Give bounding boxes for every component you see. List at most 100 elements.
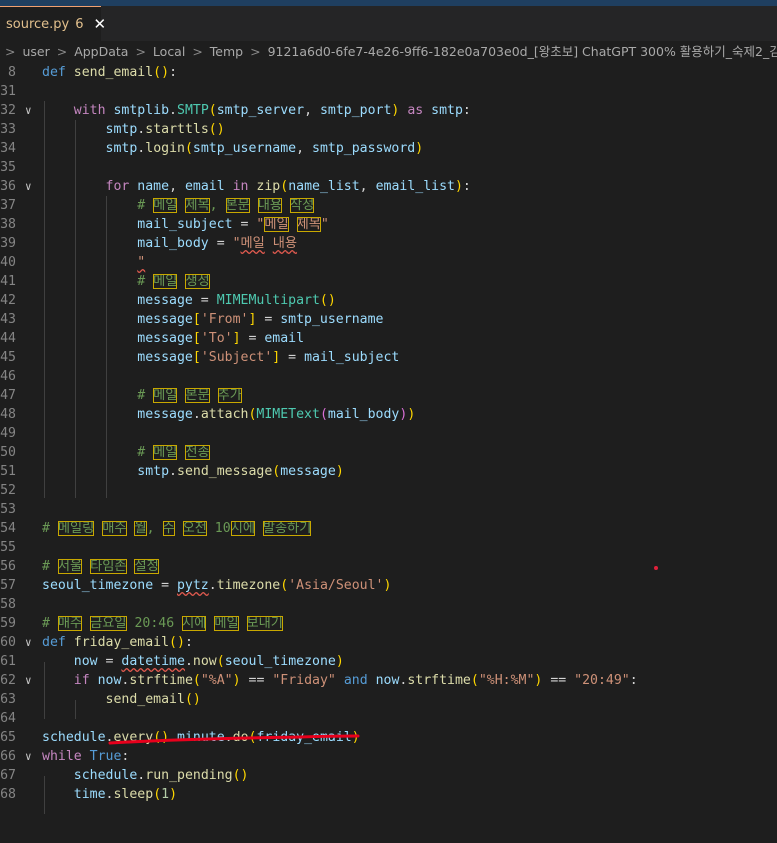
code-token: "	[320, 217, 329, 232]
code-line[interactable]: 36 ∨ for name, email in zip(name_list, em…	[0, 177, 777, 196]
code-token: (	[216, 654, 225, 669]
code-line[interactable]: 45 message['Subject'] = mail_subject	[0, 348, 777, 367]
code-line[interactable]: 35	[0, 158, 777, 177]
code-line[interactable]: 42 message = MIMEMultipart()	[0, 291, 777, 310]
code-line[interactable]: 63 send_email()	[0, 690, 777, 709]
code-line[interactable]: 64	[0, 709, 777, 728]
code-text: message = MIMEMultipart()	[42, 291, 336, 310]
code-token: [	[192, 331, 201, 346]
code-token: 전송	[185, 445, 210, 460]
line-number: 56	[0, 559, 16, 574]
code-line[interactable]: 43 message['From'] = smtp_username	[0, 310, 777, 329]
code-token: ,	[169, 179, 185, 194]
code-line[interactable]: 54 # 메일링 매주 월, 수 오전 10시에 발송하기	[0, 519, 777, 538]
code-line[interactable]: 68 time.sleep(1)	[0, 785, 777, 804]
code-line[interactable]: 37 # 메일 제목, 본문 내용 작성	[0, 196, 777, 215]
code-text: smtp.send_message(message)	[42, 462, 343, 481]
code-text: smtp.starttls()	[42, 120, 225, 139]
chevron-right-icon: >	[5, 44, 16, 59]
code-line[interactable]: 8 def send_email():	[0, 63, 777, 82]
line-number: 41	[0, 274, 16, 289]
code-token: schedule	[73, 768, 138, 783]
code-editor[interactable]: 8 def send_email(): 31 32 ∨ with smtplib.SMT…	[0, 63, 777, 843]
code-line[interactable]: 32 ∨ with smtplib.SMTP(smtp_server, smtp_…	[0, 101, 777, 120]
code-token: message	[137, 407, 193, 422]
code-line[interactable]: 31	[0, 82, 777, 101]
code-token: 본문	[225, 198, 250, 213]
tab-source-py[interactable]: source.py 6 ✕	[0, 6, 106, 41]
code-line[interactable]: 47 # 메일 본문 추가	[0, 386, 777, 405]
breadcrumb-item[interactable]: AppData	[74, 44, 128, 59]
code-token: 추가	[217, 388, 242, 403]
code-token: ()	[232, 768, 249, 783]
line-number: 44	[0, 331, 16, 346]
code-line[interactable]: 52	[0, 481, 777, 500]
code-line[interactable]: 56 # 서울 타임존 설정	[0, 557, 777, 576]
code-token: 'To'	[200, 331, 233, 346]
code-line[interactable]: 67 schedule.run_pending()	[0, 766, 777, 785]
line-number: 57	[0, 578, 16, 593]
code-token: as	[399, 103, 432, 118]
fold-chevron-icon[interactable]: ∨	[25, 747, 32, 766]
fold-chevron-icon[interactable]: ∨	[25, 633, 32, 652]
code-line[interactable]: 44 message['To'] = email	[0, 329, 777, 348]
code-token: smtp	[137, 464, 170, 479]
code-token: now	[192, 654, 217, 669]
code-token: friday_email	[73, 635, 170, 650]
code-line[interactable]: 33 smtp.starttls()	[0, 120, 777, 139]
fold-chevron-icon[interactable]: ∨	[25, 177, 32, 196]
code-line[interactable]: 60 ∨ def friday_email():	[0, 633, 777, 652]
code-token: 내용	[257, 198, 283, 213]
code-line[interactable]: 59 # 매주 금요일 20:46 시에 메일 보내기	[0, 614, 777, 633]
code-line[interactable]: 34 smtp.login(smtp_username, smtp_passwo…	[0, 139, 777, 158]
code-token: =	[97, 654, 122, 669]
code-text: mail_body = "메일 내용	[42, 234, 297, 253]
code-token: attach	[200, 407, 249, 422]
code-line[interactable]: 61 now = datetime.now(seoul_timezone)	[0, 652, 777, 671]
tab-strip: source.py 6 ✕	[0, 6, 777, 41]
code-token: (	[280, 179, 289, 194]
code-token: smtp_server	[216, 103, 305, 118]
fold-chevron-icon[interactable]: ∨	[25, 101, 32, 120]
code-token: .	[169, 464, 177, 479]
code-line[interactable]: 55	[0, 538, 777, 557]
line-number: 42	[0, 293, 16, 308]
breadcrumb-item[interactable]: Local	[153, 44, 185, 59]
breadcrumb-item[interactable]: user	[22, 44, 49, 59]
code-token: "%H:%M"	[478, 673, 535, 688]
line-number: 63	[0, 692, 16, 707]
fold-chevron-icon[interactable]: ∨	[25, 671, 32, 690]
breadcrumb-item[interactable]: Temp	[210, 44, 243, 59]
code-line[interactable]: 41 # 메일 생성	[0, 272, 777, 291]
code-line[interactable]: 50 # 메일 전송	[0, 443, 777, 462]
code-token: (	[192, 673, 201, 688]
code-token: and	[335, 673, 376, 688]
code-token: 메일	[240, 236, 265, 251]
code-line[interactable]: 46	[0, 367, 777, 386]
line-number: 37	[0, 198, 16, 213]
code-line[interactable]: 39 mail_body = "메일 내용	[0, 234, 777, 253]
code-line[interactable]: 53	[0, 500, 777, 519]
code-line[interactable]: 40 "	[0, 253, 777, 272]
code-line[interactable]: 62 ∨ if now.strftime("%A") == "Friday" an…	[0, 671, 777, 690]
code-token: =	[256, 312, 281, 327]
code-token: if	[73, 673, 98, 688]
code-token: ()	[153, 65, 170, 80]
close-icon[interactable]: ✕	[94, 15, 107, 33]
line-number: 40	[0, 255, 16, 270]
code-line[interactable]: 51 smtp.send_message(message)	[0, 462, 777, 481]
code-line[interactable]: 57 seoul_timezone = pytz.timezone('Asia/S…	[0, 576, 777, 595]
code-token: ,	[209, 198, 226, 213]
code-line[interactable]: 58	[0, 595, 777, 614]
code-line[interactable]: 38 mail_subject = "메일 제목"	[0, 215, 777, 234]
code-line[interactable]: 48 message.attach(MIMEText(mail_body))	[0, 405, 777, 424]
code-line[interactable]: 49	[0, 424, 777, 443]
breadcrumb-item[interactable]: 9121a6d0-6fe7-4e26-9ff6-182e0a703e0d_[왕초…	[268, 44, 777, 59]
code-token: 1	[161, 787, 170, 802]
code-token: 설정	[134, 559, 159, 574]
